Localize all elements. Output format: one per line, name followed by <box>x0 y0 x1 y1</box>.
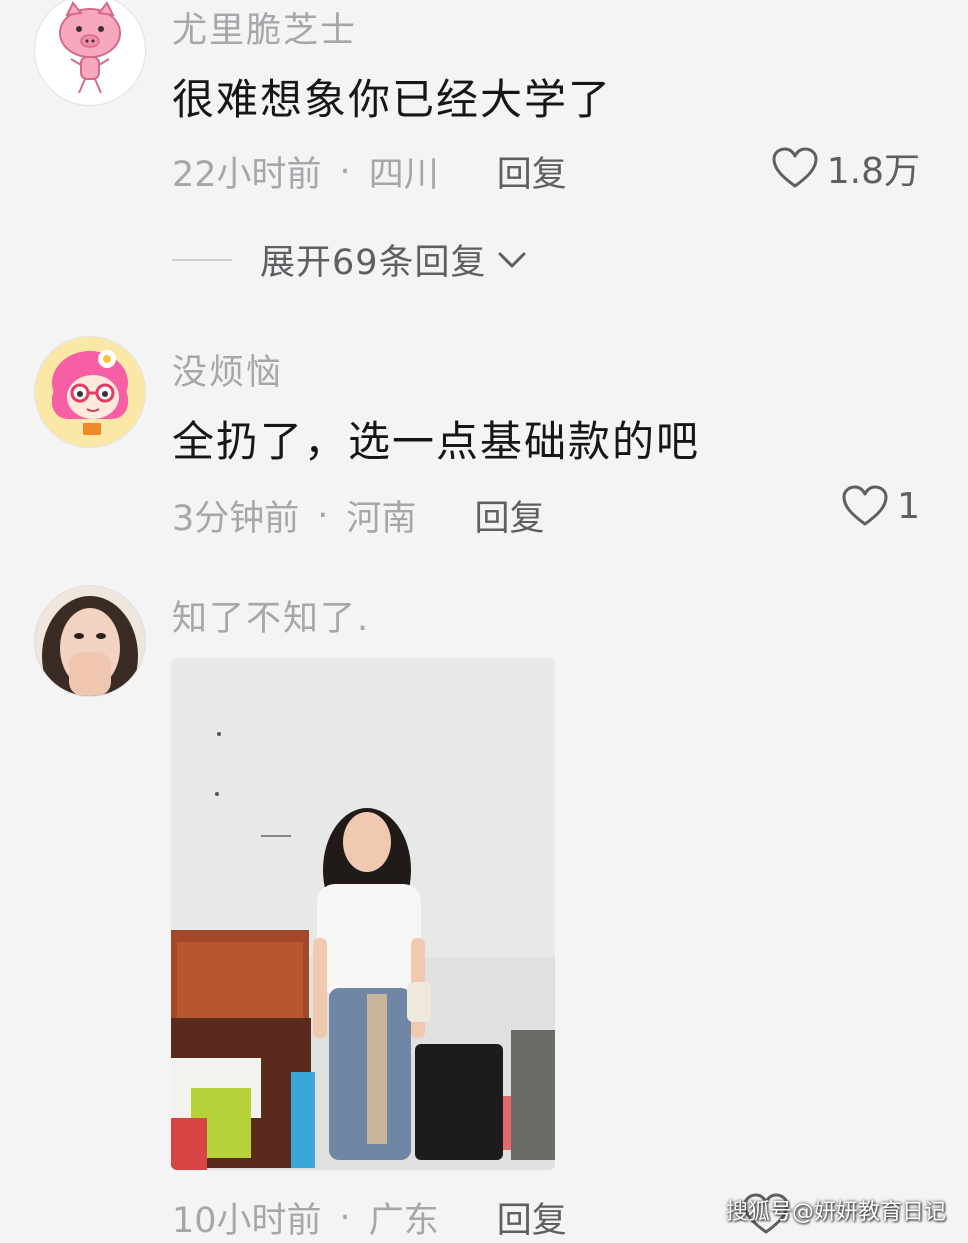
cartoon-girl-avatar-icon <box>35 337 145 447</box>
reply-button[interactable]: 回复 <box>497 1192 567 1243</box>
like-count: 1.8万 <box>826 151 920 192</box>
comment-author[interactable]: 知了不知了. <box>172 590 370 641</box>
watermark: 搜狐号@妍妍教育日记 <box>725 1200 946 1225</box>
comment-meta: 10小时前 · 广东 回复 <box>172 1192 567 1243</box>
comment-location: 广东 <box>368 1201 439 1241</box>
avatar[interactable] <box>34 336 146 448</box>
meta-separator: · <box>339 151 351 192</box>
comment-meta: 22小时前 · 四川 回复 <box>172 146 567 197</box>
divider-line <box>172 258 232 261</box>
heart-outline-icon <box>772 147 818 188</box>
reply-button[interactable]: 回复 <box>474 490 544 541</box>
comment-location: 河南 <box>346 499 417 539</box>
avatar[interactable] <box>34 585 146 697</box>
chevron-down-icon <box>498 252 526 267</box>
user-photo-avatar-icon <box>35 586 145 696</box>
meta-separator: · <box>339 1197 351 1238</box>
expand-replies-label: 展开69条回复 <box>260 243 487 283</box>
comment-time: 10小时前 <box>172 1201 322 1241</box>
pig-avatar-icon <box>59 1 121 94</box>
comment-text: 很难想象你已经大学了 <box>172 75 613 124</box>
meta-separator: · <box>317 495 329 536</box>
comment-time: 22小时前 <box>172 155 322 195</box>
comment-meta: 3分钟前 · 河南 回复 <box>172 490 544 541</box>
expand-replies-button[interactable]: 展开69条回复 <box>172 234 527 285</box>
heart-outline-icon <box>842 485 888 526</box>
comment-author[interactable]: 没烦恼 <box>172 344 283 395</box>
comment-item: 没烦恼 全扔了，选一点基础款的吧 3分钟前 · 河南 回复 1 <box>0 330 968 570</box>
comment-text: 全扔了，选一点基础款的吧 <box>172 417 701 466</box>
like-button[interactable]: 1.8万 <box>771 142 920 194</box>
like-button[interactable]: 1 <box>841 484 920 528</box>
comment-author[interactable]: 尤里脆芝士 <box>172 2 357 53</box>
comment-item: 知了不知了. 10小时前 · 广东 回复 <box>0 580 968 1241</box>
like-count: 1 <box>897 485 920 527</box>
avatar[interactable] <box>34 0 146 106</box>
comment-time: 3分钟前 <box>172 499 300 539</box>
comment-attached-photo[interactable] <box>171 658 555 1170</box>
comment-item: 尤里脆芝士 很难想象你已经大学了 22小时前 · 四川 回复 1.8万 展开69… <box>0 0 968 300</box>
comment-location: 四川 <box>368 155 439 195</box>
reply-button[interactable]: 回复 <box>497 146 567 197</box>
photo-image <box>171 658 555 1170</box>
